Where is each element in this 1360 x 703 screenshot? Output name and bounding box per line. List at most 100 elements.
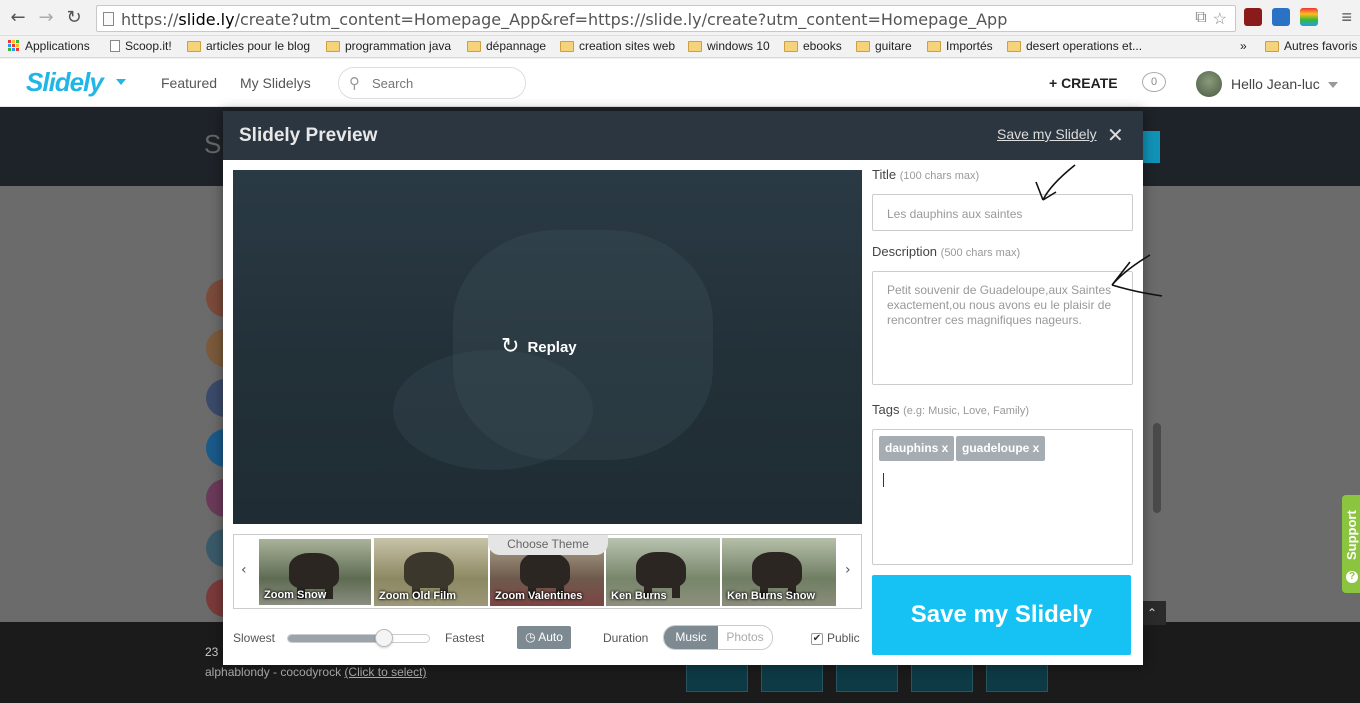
create-button[interactable]: + CREATE [1049,75,1118,91]
theme-label: Zoom Valentines [495,590,583,602]
bookmark-star-icon[interactable]: ☆ [1213,9,1227,29]
url-text: https://slide.ly/create?utm_content=Home… [121,10,1008,29]
description-textarea[interactable]: Petit souvenir de Guadeloupe,aux Saintes… [872,271,1133,385]
tags-input[interactable]: dauphins x guadeloupe x [872,429,1133,565]
speed-slider[interactable] [287,629,430,647]
bookmark-item[interactable]: windows 10 [688,39,770,53]
theme-label: Zoom Old Film [379,590,456,602]
translate-icon[interactable]: ⧉ [1195,9,1206,29]
description-label: Description (500 chars max) [872,244,1021,259]
apps-grid-icon [8,40,20,52]
browser-toolbar: ← → ↻ https://slide.ly/create?utm_conten… [0,0,1360,36]
bookmark-item[interactable]: desert operations et... [1007,39,1142,53]
modal-header: Slidely Preview Save my Slidely ✕ [223,111,1143,160]
bookmark-apps[interactable]: Applications [8,39,90,53]
folder-icon [467,40,481,52]
close-icon[interactable]: ✕ [1107,123,1124,147]
slideshow-preview[interactable]: ↻ Replay [233,170,862,524]
title-input[interactable]: Les dauphins aux saintes [872,194,1133,231]
tags-label: Tags (e.g: Music, Love, Family) [872,402,1030,417]
ublock-extension-icon[interactable] [1244,8,1262,26]
background-track: alphablondy - cocodyrock (Click to selec… [205,665,427,679]
page-icon [103,12,114,26]
replay-button[interactable]: ↻ Replay [501,336,577,358]
choose-theme-tab[interactable]: Choose Theme [488,535,608,555]
tag-chip-guadeloupe[interactable]: guadeloupe x [956,436,1046,461]
bookmark-item[interactable]: ebooks [784,39,842,53]
save-my-slidely-button[interactable]: Save my Slidely [872,575,1131,655]
logo-dropdown-caret-icon[interactable] [116,79,126,85]
theme-zoom-old-film[interactable]: Zoom Old Film [374,538,488,606]
search-box: ⚲ [338,67,526,99]
bookmark-item[interactable]: Importés [927,39,993,53]
avatar[interactable] [1196,71,1222,97]
chevron-left-icon[interactable]: ‹ [241,562,247,578]
speed-slider-handle[interactable] [375,629,393,647]
background-count: 23 [205,645,219,659]
public-checkbox[interactable]: ✔ [811,633,823,645]
duration-music-option[interactable]: Music [664,626,718,649]
theme-ken-burns[interactable]: Ken Burns [606,538,720,606]
support-label: Support [1344,510,1359,560]
theme-ken-burns-snow[interactable]: Ken Burns Snow [722,538,836,606]
replay-icon: ↻ [501,334,520,359]
background-scrollbar [1153,423,1161,513]
clock-icon: ◷ [525,630,536,644]
background-button [1140,131,1160,163]
folder-icon [927,40,941,52]
search-icon: ⚲ [349,74,360,92]
speed-slider-fill [288,635,384,642]
theme-zoom-snow[interactable]: Zoom Snow [258,538,372,606]
search-input[interactable] [372,76,512,91]
slidely-preview-modal: Slidely Preview Save my Slidely ✕ ↻ Repl… [223,111,1143,665]
auto-speed-button[interactable]: ◷ Auto [517,626,571,649]
help-question-icon: ? [1346,571,1358,583]
theme-label: Ken Burns Snow [727,590,816,602]
title-label: Title (100 chars max) [872,167,980,182]
colorful-extension-icon[interactable] [1300,8,1318,26]
user-menu-caret-icon[interactable] [1328,82,1338,88]
speed-slowest-label: Slowest [233,631,276,645]
folder-icon [784,40,798,52]
duration-photos-option[interactable]: Photos [718,626,772,649]
duration-toggle: Music Photos [663,625,773,650]
hamburger-icon[interactable]: ≡ [1341,7,1352,28]
bookmarks-bar: Applications Scoop.it! articles pour le … [0,36,1360,58]
bookmark-item[interactable]: dépannage [467,39,546,53]
background-title: S [204,129,222,159]
bookmark-item[interactable]: programmation java [326,39,451,53]
theme-label: Ken Burns [611,590,667,602]
speed-fastest-label: Fastest [445,631,485,645]
skype-extension-icon[interactable] [1272,8,1290,26]
bookmark-item[interactable]: guitare [856,39,912,53]
bookmarks-overflow[interactable]: » [1240,39,1247,53]
notifications-bubble[interactable]: 0 [1142,72,1166,92]
forward-icon[interactable]: → [36,8,56,28]
address-bar[interactable]: https://slide.ly/create?utm_content=Home… [96,5,1236,32]
folder-icon [1007,40,1021,52]
bookmark-item[interactable]: articles pour le blog [187,39,310,53]
slidely-logo[interactable]: Slidely [26,67,104,98]
user-greeting[interactable]: Hello Jean-luc [1231,76,1320,92]
reload-icon[interactable]: ↻ [64,8,84,28]
folder-icon [326,40,340,52]
playback-controls: Slowest Fastest ◷ Auto Duration Music Ph… [233,625,863,651]
folder-icon [187,40,201,52]
bookmark-item[interactable]: creation sites web [560,39,675,53]
page-icon [110,40,120,52]
nav-featured[interactable]: Featured [161,75,217,91]
tag-chip-dauphins[interactable]: dauphins x [879,436,955,461]
theme-label: Zoom Snow [264,589,327,601]
modal-title: Slidely Preview [239,125,378,146]
folder-icon [1265,40,1279,52]
site-header: Slidely Featured My Slidelys ⚲ + CREATE … [0,59,1360,107]
folder-icon [560,40,574,52]
bookmark-other[interactable]: Autres favoris [1265,39,1357,53]
bookmark-item[interactable]: Scoop.it! [110,39,172,53]
text-cursor [883,473,884,487]
folder-icon [688,40,702,52]
chevron-right-icon[interactable]: › [845,562,851,578]
save-my-slidely-link[interactable]: Save my Slidely [997,126,1097,142]
nav-my-slidelys[interactable]: My Slidelys [240,75,311,91]
back-icon[interactable]: ← [8,8,28,28]
